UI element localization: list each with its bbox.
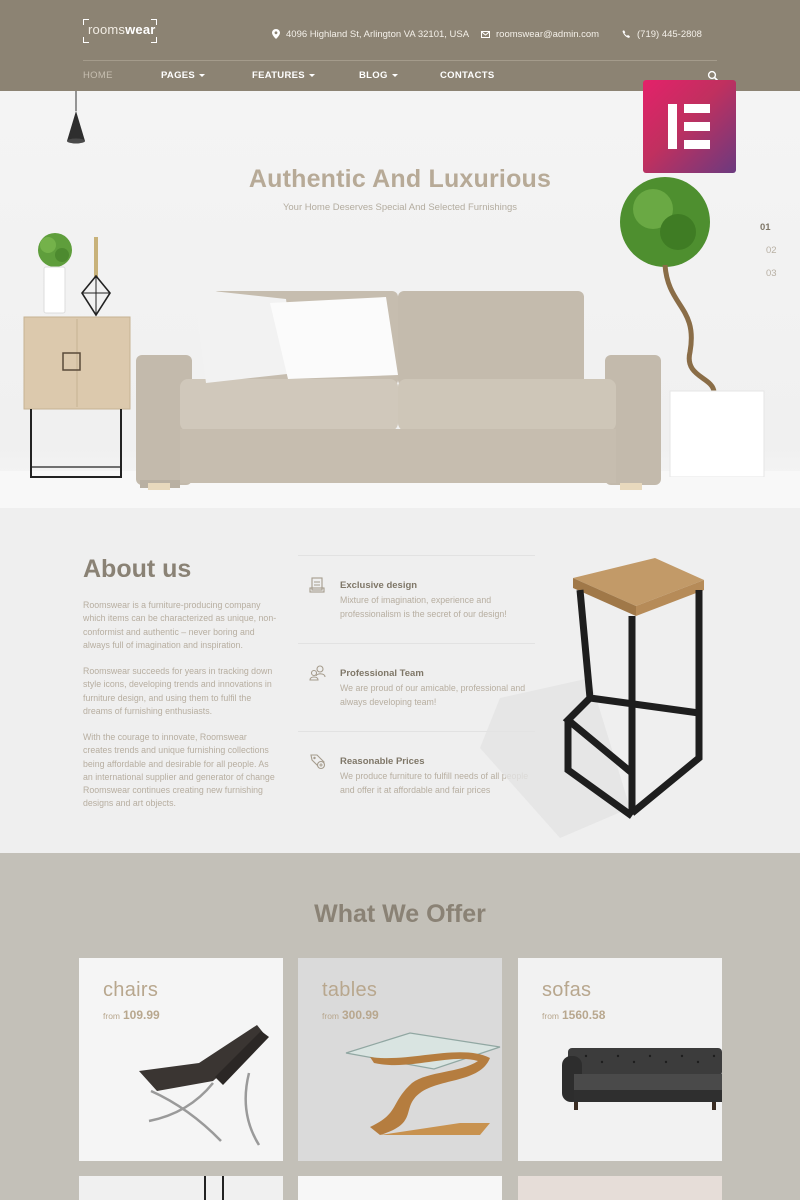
site-header: roomswear 4096 Highland St, Arlington VA… — [0, 0, 800, 91]
about-section: About us Roomswear is a furniture-produc… — [0, 508, 800, 853]
logo-text-rooms: rooms — [88, 22, 126, 37]
category-card-sofas[interactable]: sofas from 1560.58 — [518, 958, 722, 1161]
site-logo[interactable]: roomswear — [83, 19, 157, 43]
slide-indicator-3[interactable]: 03 — [766, 268, 777, 279]
nav-pages[interactable]: PAGES — [161, 70, 206, 81]
team-icon — [309, 665, 326, 681]
chair-image — [139, 1025, 269, 1146]
logo-text-wear: wear — [125, 22, 156, 37]
slide-indicator-1[interactable]: 01 — [760, 222, 771, 233]
map-pin-icon — [272, 29, 280, 39]
design-box-icon — [309, 577, 325, 593]
envelope-icon — [481, 30, 490, 38]
table-image — [345, 1032, 501, 1135]
card-name: chairs — [103, 979, 159, 1001]
price-tag-icon — [310, 754, 326, 770]
chevron-down-icon — [391, 74, 398, 77]
about-title: About us — [83, 555, 192, 583]
elementor-badge — [643, 80, 736, 173]
card-price: from 300.99 — [322, 1008, 379, 1022]
chesterfield-sofa-image — [562, 1048, 722, 1110]
header-divider — [83, 60, 717, 61]
chevron-down-icon — [308, 74, 315, 77]
phone-info[interactable]: (719) 445-2808 — [622, 27, 702, 41]
feature-title-professional-team: Professional Team — [340, 668, 424, 679]
category-card-peek[interactable] — [79, 1176, 283, 1200]
offer-title: What We Offer — [314, 900, 486, 928]
email-text[interactable]: roomswear@admin.com — [496, 29, 599, 40]
bar-stool-image — [480, 558, 704, 838]
nav-blog[interactable]: BLOG — [359, 70, 398, 81]
category-card-tables[interactable]: tables from 300.99 — [298, 958, 502, 1161]
category-card-peek[interactable] — [298, 1176, 502, 1200]
card-name: tables — [322, 979, 378, 1001]
chevron-down-icon — [199, 74, 206, 77]
address-text: 4096 Highland St, Arlington VA 32101, US… — [286, 28, 470, 40]
nav-contacts[interactable]: CONTACTS — [440, 70, 494, 81]
address-info: 4096 Highland St, Arlington VA 32101, US… — [272, 27, 469, 41]
feature-title-reasonable-prices: Reasonable Prices — [340, 756, 425, 767]
about-paragraph-3: With the courage to innovate, Roomswear … — [83, 732, 275, 809]
phone-icon — [622, 29, 630, 38]
nav-home[interactable]: HOME — [83, 70, 113, 81]
card-price: from 1560.58 — [542, 1008, 606, 1022]
phone-text[interactable]: (719) 445-2808 — [637, 29, 702, 40]
slide-indicator-2[interactable]: 02 — [766, 245, 777, 256]
nav-features[interactable]: FEATURES — [252, 70, 315, 81]
side-cabinet-image — [23, 233, 131, 478]
card-name: sofas — [542, 979, 592, 1001]
category-card-peek[interactable] — [518, 1176, 722, 1200]
topiary-tree-image — [620, 177, 765, 477]
sofa-image — [136, 289, 661, 490]
hero-subtitle: Your Home Deserves Special And Selected … — [282, 202, 518, 213]
offer-section: What We Offer chairs from 109.99 tables f… — [0, 853, 800, 1200]
about-paragraph-2: Roomswear succeeds for years in tracking… — [83, 666, 273, 716]
elementor-logo-icon — [668, 104, 677, 149]
pendant-lamp-image — [67, 91, 85, 144]
about-paragraph-1: Roomswear is a furniture-producing compa… — [83, 600, 277, 650]
category-card-chairs[interactable]: chairs from 109.99 — [79, 958, 283, 1161]
feature-title-exclusive-design: Exclusive design — [340, 580, 418, 591]
lamp-image — [204, 1176, 224, 1200]
email-info[interactable]: roomswear@admin.com — [481, 27, 599, 41]
